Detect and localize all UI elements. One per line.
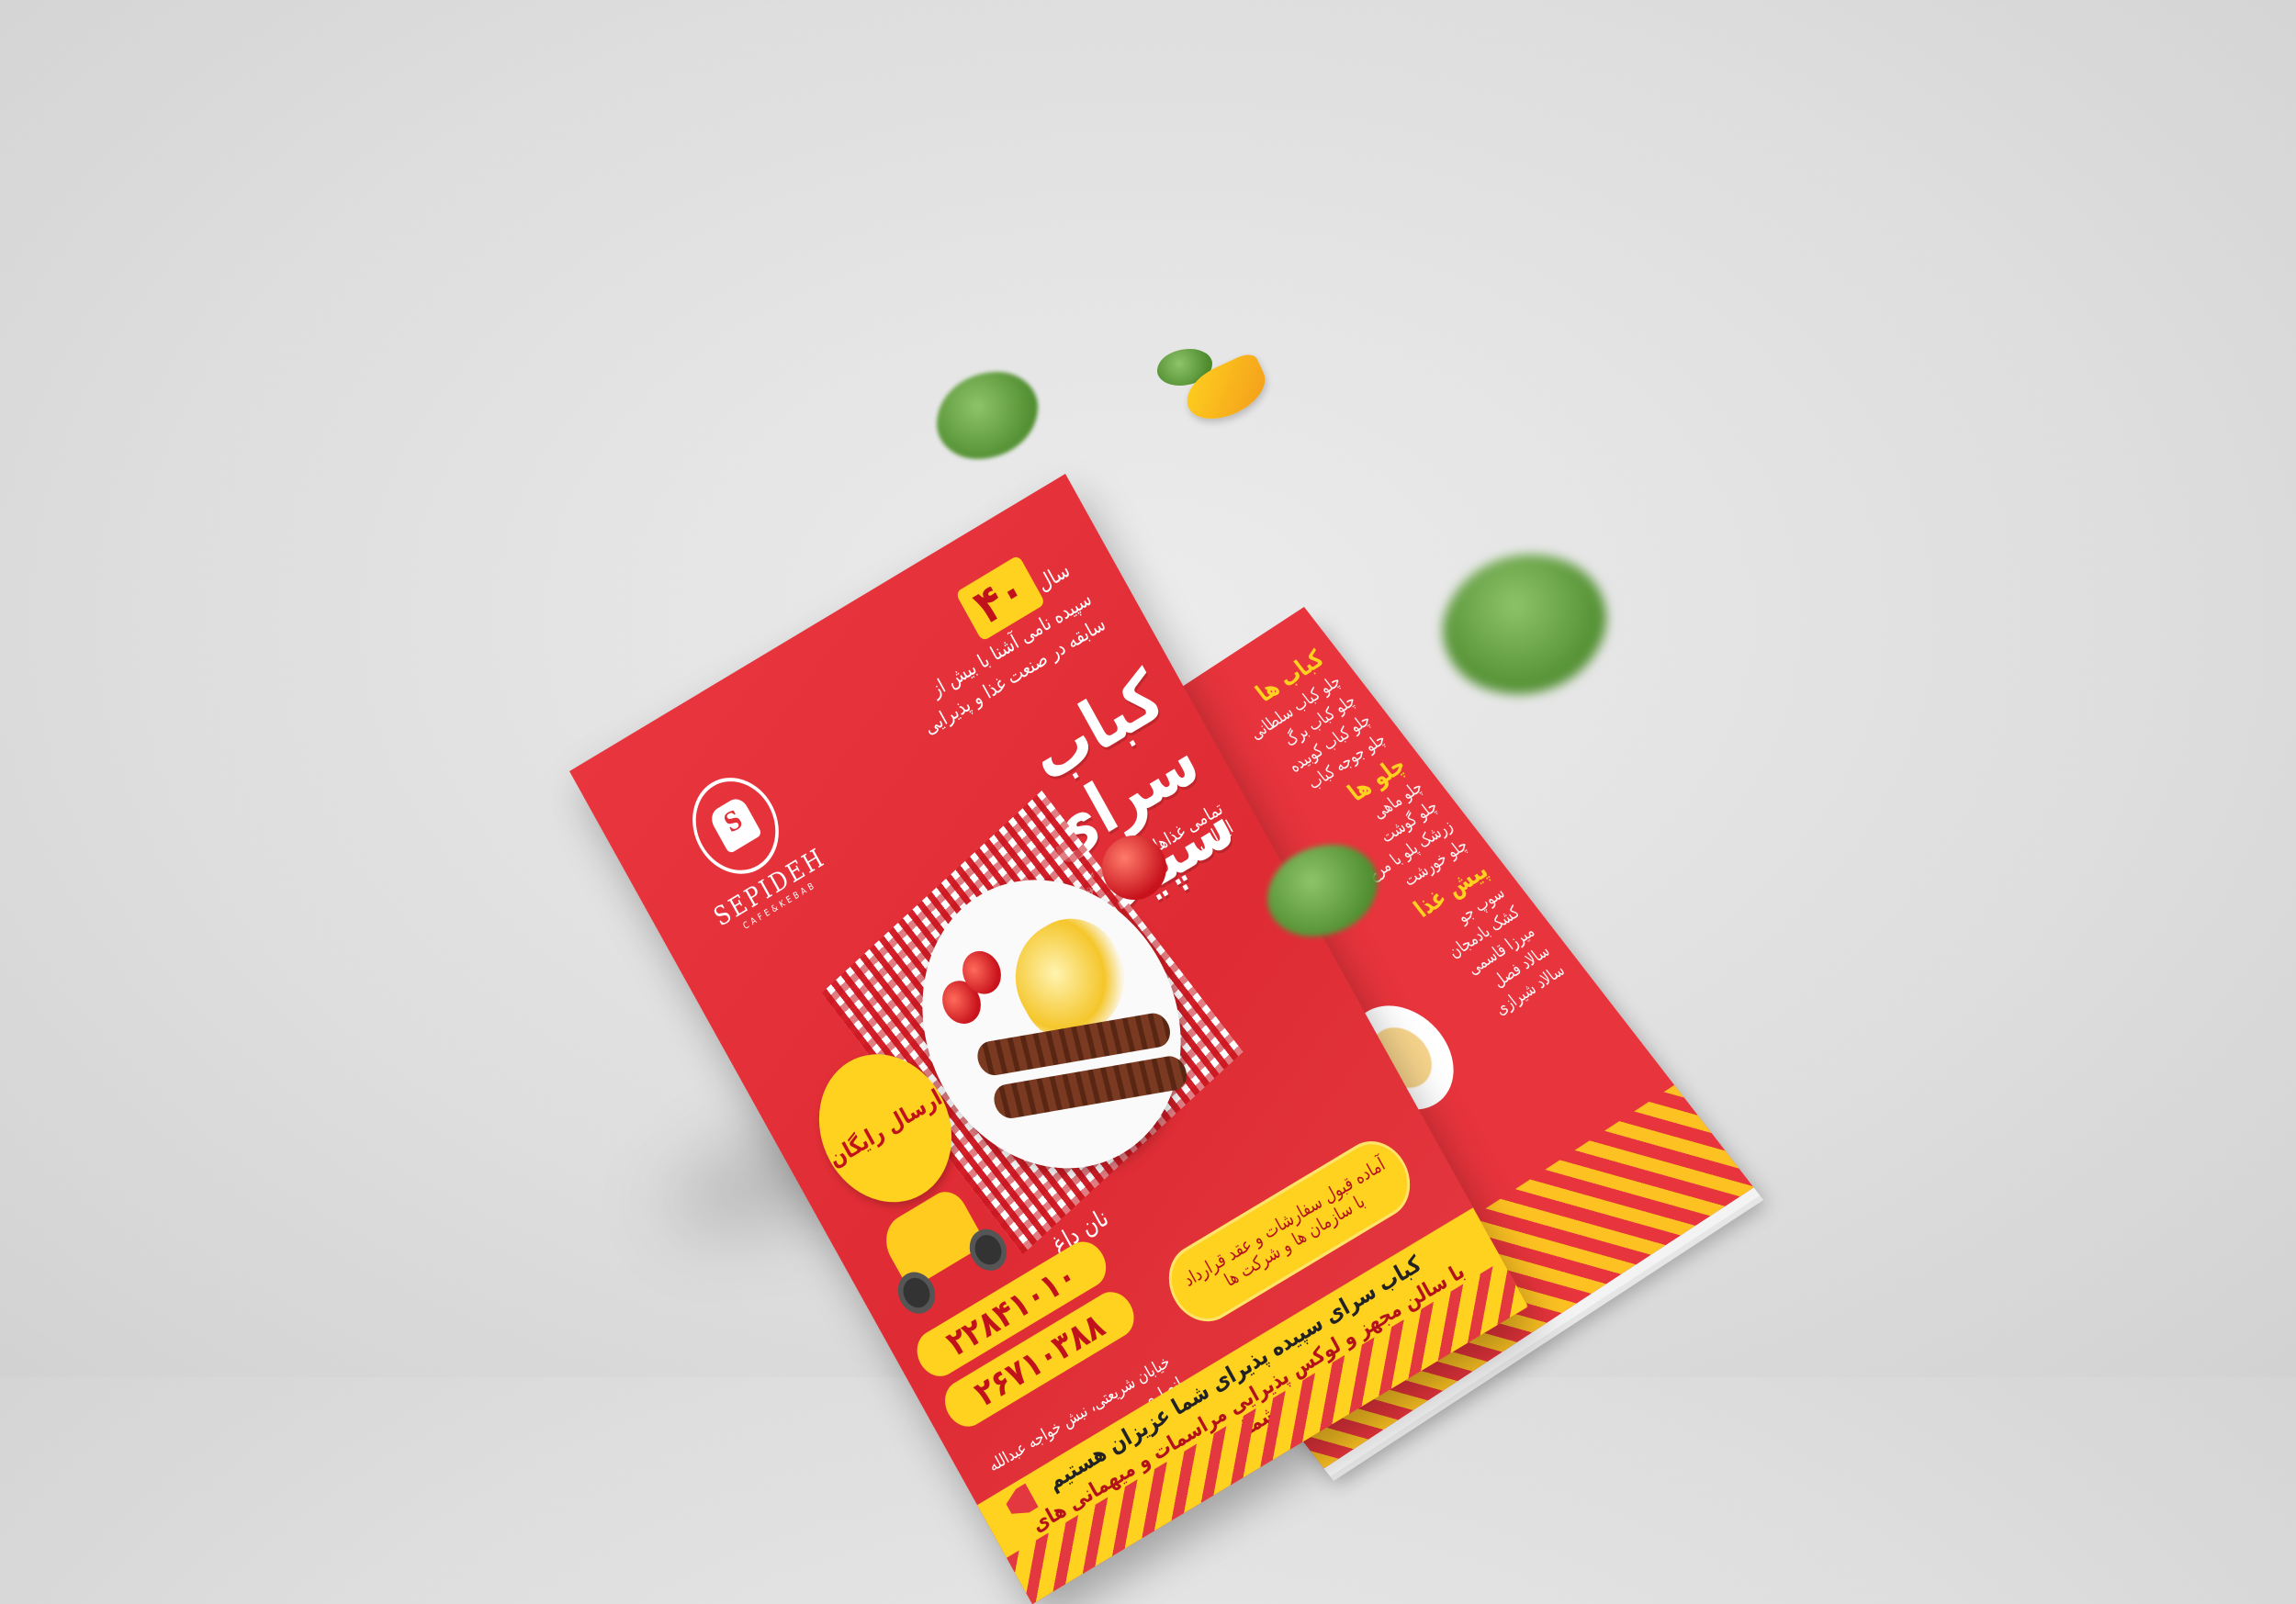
tomato (1102, 836, 1166, 900)
mockup-scene: کباب ها چلو کباب سلطانی چلو کباب برگ چلو… (0, 0, 2296, 1604)
logo-letter: S (719, 804, 748, 839)
catering-line-1: آماده قبول سفارشات و عقد قرارداد (1179, 1153, 1389, 1291)
brand-logo: S SEPIDEH CAFE&KEBAB (654, 748, 840, 945)
basil-leaf (1425, 528, 1624, 721)
basil-leaf (937, 372, 1038, 459)
years-unit: سال (1032, 556, 1075, 597)
